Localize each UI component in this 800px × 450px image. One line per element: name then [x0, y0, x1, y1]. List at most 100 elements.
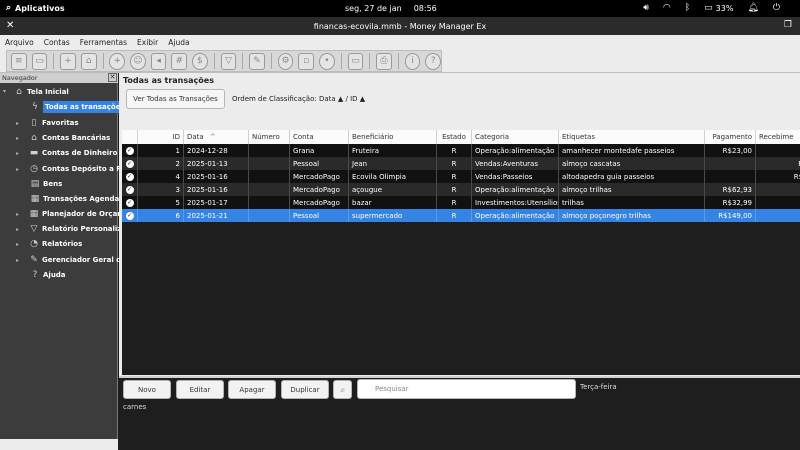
- cell-payment: R$23,00: [705, 144, 756, 157]
- menu-ajuda[interactable]: Ajuda: [168, 38, 189, 47]
- info-icon[interactable]: i: [404, 52, 421, 70]
- new-button-label: Novo: [138, 385, 156, 394]
- table-row[interactable]: ✓ 4 2025-01-16 MercadoPago Ecovila Olimpia R V…: [122, 170, 800, 183]
- close-icon[interactable]: ✕: [6, 20, 14, 31]
- notification-icon: 🔔︎: [747, 3, 759, 13]
- navigator-bottom-edge: [0, 439, 118, 450]
- column-header-deposit[interactable]: Recebime: [756, 130, 800, 144]
- clock[interactable]: seg, 27 de jan 08:56: [345, 4, 437, 13]
- column-header-date-label: Data: [187, 133, 204, 141]
- column-header-date[interactable]: Data ^: [184, 130, 249, 144]
- menu-contas[interactable]: Contas: [44, 38, 70, 47]
- expand-icon[interactable]: ▸: [16, 120, 19, 127]
- expand-icon[interactable]: ▸: [16, 241, 19, 248]
- nav-item-assets[interactable]: ▤ Bens: [30, 177, 63, 191]
- expand-icon[interactable]: ▸: [16, 257, 19, 264]
- print-icon[interactable]: ⎙: [376, 52, 392, 70]
- expand-icon[interactable]: ▸: [16, 226, 19, 233]
- status-area[interactable]: 🔊︎ ◠ ᛒ ▭ 33% 🔔︎ ⏻: [643, 3, 780, 13]
- expand-icon[interactable]: ▾: [3, 88, 6, 95]
- nav-item-custom-report[interactable]: ▸ ▽ Relatório Personaliza: [16, 222, 126, 236]
- nav-item-home[interactable]: ▾ ⌂ Tela Inicial: [3, 85, 69, 99]
- nav-item-cash-accounts[interactable]: ▸ ▬ Contas de Dinheiro: [16, 146, 117, 160]
- help-toolbar-icon[interactable]: ?: [425, 52, 442, 70]
- note-text: carnes: [123, 403, 147, 411]
- column-header-status-icon[interactable]: [122, 130, 138, 144]
- nav-item-term-deposit[interactable]: ▸ ◷ Contas Depósito a Pr: [16, 162, 125, 176]
- page-title: Todas as transações: [123, 76, 214, 85]
- search-input[interactable]: Pesquisar: [357, 379, 576, 399]
- edit-toolbar-icon[interactable]: ✎: [249, 52, 265, 70]
- folder-icon[interactable]: ▭: [31, 52, 48, 70]
- expand-icon[interactable]: ▸: [16, 150, 19, 157]
- view-all-transactions-button[interactable]: Ver Todas as Transações: [126, 89, 225, 109]
- battery-label: 33%: [715, 3, 734, 13]
- home-toolbar-icon[interactable]: ⌂: [80, 52, 97, 70]
- battery-icon: ▭: [704, 3, 713, 13]
- edit-button[interactable]: Editar: [176, 380, 224, 399]
- nav-item-favorites[interactable]: ▸ ▯ Favoritas: [16, 116, 79, 130]
- nav-item-budget[interactable]: ▸ ▦ Planejador de Orçam: [16, 207, 125, 221]
- cell-date: 2024-12-28: [184, 144, 249, 157]
- table-row[interactable]: ✓ 5 2025-01-17 MercadoPago bazar R Investiment…: [122, 196, 800, 209]
- column-header-state[interactable]: Estado: [437, 130, 472, 144]
- menu-bar: Arquivo Contas Ferramentas Exibir Ajuda: [0, 35, 800, 49]
- column-header-tags[interactable]: Etiquetas: [559, 130, 705, 144]
- reconciled-cell: ✓: [122, 209, 138, 222]
- column-header-account[interactable]: Conta: [290, 130, 349, 144]
- database-icon[interactable]: ≡: [11, 52, 27, 70]
- hash-icon[interactable]: #: [171, 52, 188, 70]
- cell-date: 2025-01-16: [184, 170, 249, 183]
- reconciled-cell: ✓: [122, 144, 138, 157]
- transactions-table[interactable]: ID Data ^ Número Conta Beneficiário Esta…: [122, 130, 800, 375]
- apps-menu[interactable]: ⌕ Aplicativos: [6, 3, 65, 13]
- cell-tags: almoço trilhas: [559, 183, 705, 196]
- notification-toolbar-icon[interactable]: •: [319, 52, 335, 70]
- filter-toolbar-icon[interactable]: ▽: [220, 52, 237, 70]
- close-navigator-icon[interactable]: ✕: [108, 73, 117, 82]
- table-row[interactable]: ✓ 6 2025-01-21 Pessoal supermercado R Operação…: [122, 209, 800, 222]
- payee-icon[interactable]: ☺: [130, 52, 146, 70]
- check-circle-icon: ✓: [125, 211, 134, 220]
- expand-icon[interactable]: ▸: [16, 166, 19, 173]
- cell-status: R: [437, 144, 472, 157]
- column-header-id[interactable]: ID: [138, 130, 184, 144]
- filter-icon: ▽: [30, 224, 38, 234]
- table-row[interactable]: ✓ 2 2025-01-13 Pessoal Jean R Vendas:Aventuras…: [122, 157, 800, 170]
- delete-button[interactable]: Apagar: [228, 380, 276, 399]
- column-header-payment[interactable]: Pagamento: [705, 130, 756, 144]
- settings-icon[interactable]: ⚙: [277, 52, 294, 70]
- attachment-button[interactable]: ⌀: [333, 380, 352, 399]
- duplicate-button[interactable]: Duplicar: [281, 380, 329, 399]
- menu-exibir[interactable]: Exibir: [137, 38, 158, 47]
- expand-icon[interactable]: ▸: [16, 211, 19, 218]
- expand-icon[interactable]: ▸: [16, 135, 19, 142]
- nav-item-reports[interactable]: ▸ ◔ Relatórios: [16, 237, 82, 251]
- toolbar-separator: [213, 53, 215, 69]
- column-header-number[interactable]: Número: [249, 130, 290, 144]
- nav-item-general-manager[interactable]: ▸ ✎ Gerenciador Geral de: [16, 253, 126, 267]
- menu-ferramentas[interactable]: Ferramentas: [80, 38, 127, 47]
- cell-category: Investimentos:Utensílios: [472, 196, 559, 209]
- table-row[interactable]: ✓ 1 2024-12-28 Grana Fruteira R Operação:alime…: [122, 144, 800, 157]
- bluetooth-icon: ᛒ: [684, 3, 691, 13]
- chat-icon[interactable]: ▫: [298, 52, 315, 70]
- currency-icon[interactable]: $: [192, 52, 208, 70]
- nav-item-help[interactable]: ? Ajuda: [30, 268, 66, 282]
- menu-arquivo[interactable]: Arquivo: [5, 38, 34, 47]
- monitor-icon[interactable]: ▭: [347, 52, 364, 70]
- cell-number: [249, 183, 290, 196]
- column-header-payee[interactable]: Beneficiário: [349, 130, 437, 144]
- new-button[interactable]: Novo: [123, 380, 171, 399]
- new-account-icon[interactable]: +: [60, 52, 76, 70]
- new-transaction-icon[interactable]: +: [109, 52, 126, 70]
- table-row[interactable]: ✓ 3 2025-01-16 MercadoPago açougue R Operação:…: [122, 183, 800, 196]
- maximize-icon[interactable]: ❐: [784, 20, 792, 30]
- column-header-category[interactable]: Categoria: [472, 130, 559, 144]
- tag-icon[interactable]: ◂: [150, 52, 167, 70]
- nav-item-bank-accounts[interactable]: ▸ ⌂ Contas Bancárias: [16, 131, 110, 145]
- nav-item-all-transactions[interactable]: ϟ Todas as transações: [30, 100, 119, 114]
- nav-item-scheduled[interactable]: ▦ Transações Agendad: [30, 192, 125, 206]
- cell-deposit: [756, 196, 800, 209]
- nav-label: Planejador de Orçam: [42, 210, 125, 218]
